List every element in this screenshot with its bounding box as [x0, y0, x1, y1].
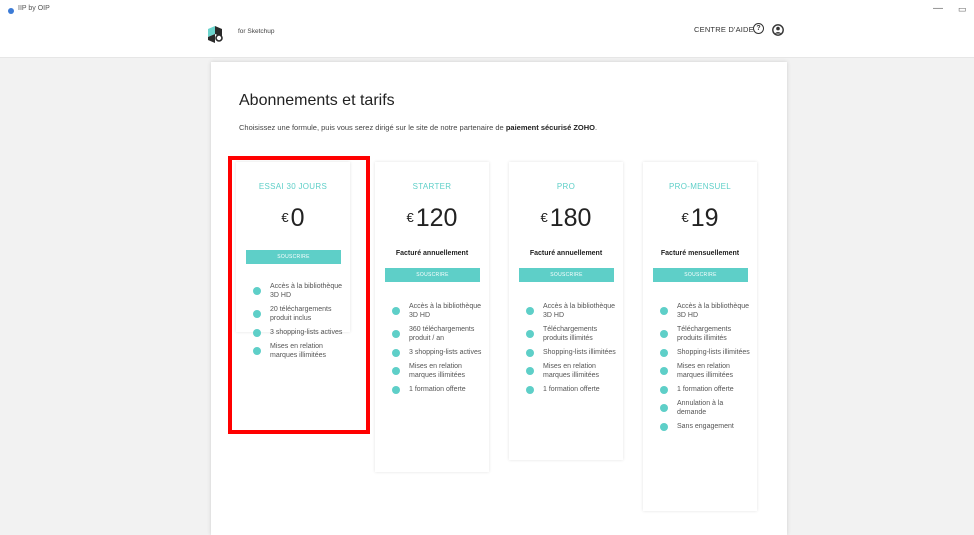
price-currency: €: [681, 210, 689, 225]
feature-text: 1 formation offerte: [409, 386, 466, 393]
feature-text: Téléchargements produits illimités: [543, 326, 598, 342]
feature-text: 1 formation offerte: [677, 386, 734, 393]
bullet-dot-icon: [526, 348, 534, 357]
bullet-dot-icon: [392, 330, 400, 338]
feature-item: Accès à la bibliothèque 3D HD: [375, 302, 489, 320]
feature-item: Téléchargements produits illimités: [643, 325, 757, 343]
help-center-link[interactable]: CENTRE D'AIDE: [694, 25, 754, 34]
feature-item: Sans engagement: [643, 422, 757, 431]
feature-list: Accès à la bibliothèque 3D HD Télécharge…: [509, 302, 623, 399]
logo-icon[interactable]: [207, 25, 224, 44]
feature-text: Mises en relation marques illimitées: [543, 363, 600, 379]
feature-item: 3 shopping-lists actives: [375, 348, 489, 357]
page-subtitle: Choisissez une formule, puis vous serez …: [239, 123, 597, 132]
plan-price: €19: [643, 204, 757, 233]
plan-card-pro-mensuel: PRO-MENSUEL €19 Facturé mensuellement SO…: [643, 162, 757, 511]
plan-card-pro: PRO €180 Facturé annuellement SOUSCRIRE …: [509, 162, 623, 460]
subscribe-button[interactable]: SOUSCRIRE: [653, 268, 748, 282]
bullet-dot-icon: [660, 385, 668, 394]
feature-item: 1 formation offerte: [643, 385, 757, 394]
bullet-dot-icon: [392, 348, 400, 357]
minimize-button[interactable]: —: [933, 3, 943, 14]
app-header: for Sketchup CENTRE D'AIDE ?: [0, 14, 974, 58]
feature-item: Mises en relation marques illimitées: [375, 362, 489, 380]
page-title: Abonnements et tarifs: [239, 92, 395, 109]
bullet-dot-icon: [526, 307, 534, 315]
feature-item: Téléchargements produits illimités: [509, 325, 623, 343]
plan-card-starter: STARTER €120 Facturé annuellement SOUSCR…: [375, 162, 489, 472]
bullet-dot-icon: [660, 330, 668, 338]
bullet-dot-icon: [660, 307, 668, 315]
feature-text: Mises en relation marques illimitées: [677, 363, 734, 379]
feature-item: Shopping-lists illimitées: [643, 348, 757, 357]
bullet-dot-icon: [660, 422, 668, 431]
feature-item: 1 formation offerte: [375, 385, 489, 394]
bullet-dot-icon: [660, 367, 668, 375]
feature-text: Shopping-lists illimitées: [543, 349, 616, 356]
user-circle-icon[interactable]: [772, 23, 784, 36]
feature-item: Accès à la bibliothèque 3D HD: [509, 302, 623, 320]
feature-item: Annulation à la demande: [643, 399, 757, 417]
price-amount: 120: [415, 204, 458, 232]
plan-name: PRO: [556, 182, 576, 191]
feature-text: Accès à la bibliothèque 3D HD: [409, 303, 481, 319]
price-amount: 180: [549, 204, 592, 232]
bullet-dot-icon: [392, 367, 400, 375]
app-name: IIP by OIP: [18, 5, 50, 12]
bullet-dot-icon: [526, 367, 534, 375]
feature-list: Accès à la bibliothèque 3D HD 360 téléch…: [375, 302, 489, 399]
bullet-dot-icon: [526, 385, 534, 394]
feature-item: Mises en relation marques illimitées: [509, 362, 623, 380]
feature-text: Accès à la bibliothèque 3D HD: [677, 303, 749, 319]
price-amount: 19: [690, 204, 719, 232]
billing-period: Facturé annuellement: [395, 250, 469, 257]
selection-highlight-box: [228, 156, 370, 434]
feature-item: Accès à la bibliothèque 3D HD: [643, 302, 757, 320]
plan-price: €120: [375, 204, 489, 233]
billing-period: Facturé mensuellement: [660, 250, 740, 257]
feature-text: 3 shopping-lists actives: [409, 349, 482, 356]
feature-item: Shopping-lists illimitées: [509, 348, 623, 357]
subtitle-end: .: [595, 123, 598, 132]
feature-item: 360 téléchargements produit / an: [375, 325, 489, 343]
logo-subtitle: for Sketchup: [238, 28, 275, 35]
question-circle-icon[interactable]: ?: [753, 23, 764, 34]
subtitle-text: Choisissez une formule, puis vous serez …: [239, 123, 506, 132]
subscribe-button[interactable]: SOUSCRIRE: [385, 268, 480, 282]
plan-name: PRO-MENSUEL: [669, 182, 731, 191]
bullet-dot-icon: [392, 307, 400, 315]
feature-item: Mises en relation marques illimitées: [643, 362, 757, 380]
feature-text: Sans engagement: [677, 423, 734, 430]
billing-period: Facturé annuellement: [529, 250, 603, 257]
bullet-dot-icon: [392, 385, 400, 394]
feature-text: Accès à la bibliothèque 3D HD: [543, 303, 615, 319]
subscribe-button[interactable]: SOUSCRIRE: [519, 268, 614, 282]
feature-text: Annulation à la demande: [677, 400, 724, 416]
price-currency: €: [540, 210, 548, 225]
feature-text: 1 formation offerte: [543, 386, 600, 393]
bullet-dot-icon: [660, 348, 668, 357]
price-currency: €: [406, 210, 414, 225]
feature-text: Shopping-lists illimitées: [677, 349, 750, 356]
subtitle-bold: paiement sécurisé ZOHO: [505, 123, 596, 132]
bullet-dot-icon: [526, 330, 534, 338]
plan-price: €180: [509, 204, 623, 233]
feature-text: Téléchargements produits illimités: [677, 326, 732, 342]
bullet-dot-icon: [660, 404, 668, 412]
feature-text: Mises en relation marques illimitées: [409, 363, 466, 379]
plan-name: STARTER: [412, 182, 452, 191]
feature-item: 1 formation offerte: [509, 385, 623, 394]
feature-list: Accès à la bibliothèque 3D HD Télécharge…: [643, 302, 757, 436]
feature-text: 360 téléchargements produit / an: [409, 326, 475, 342]
